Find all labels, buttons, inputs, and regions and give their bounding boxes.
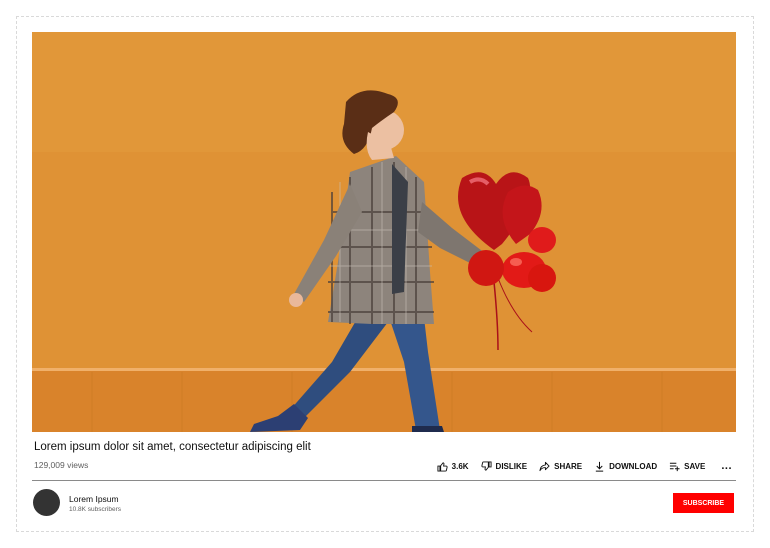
subscribe-button[interactable]: SUBSCRIBE <box>673 493 734 513</box>
share-icon <box>539 461 550 471</box>
share-label: SHARE <box>554 461 583 471</box>
thumbs-down-icon <box>480 460 492 471</box>
channel-avatar[interactable] <box>33 489 60 516</box>
save-label: SAVE <box>684 461 706 471</box>
video-player[interactable] <box>32 32 736 432</box>
save-button[interactable]: SAVE <box>669 461 705 472</box>
thumbs-up-icon <box>437 461 448 472</box>
download-button[interactable]: DOWNLOAD <box>594 461 657 472</box>
dislike-label: DISLIKE <box>495 461 528 471</box>
like-count: 3.6K <box>451 461 469 471</box>
view-count: 129,009 views <box>34 460 89 470</box>
subscriber-count: 10.8K subscribers <box>69 506 122 513</box>
video-title: Lorem ipsum dolor sit amet, consectetur … <box>34 441 311 453</box>
share-button[interactable]: SHARE <box>539 461 582 472</box>
download-label: DOWNLOAD <box>609 461 658 471</box>
divider <box>32 480 736 481</box>
more-options-icon[interactable]: ... <box>721 460 732 472</box>
video-actions: 3.6K DISLIKE SHARE DOWNLOAD SAVE ... <box>437 457 732 475</box>
dislike-button[interactable]: DISLIKE <box>480 460 528 472</box>
video-thumbnail <box>32 32 736 432</box>
download-icon <box>595 461 604 472</box>
channel-name[interactable]: Lorem Ipsum <box>69 494 119 504</box>
like-button[interactable]: 3.6K <box>437 461 469 472</box>
playlist-add-icon <box>670 462 680 471</box>
